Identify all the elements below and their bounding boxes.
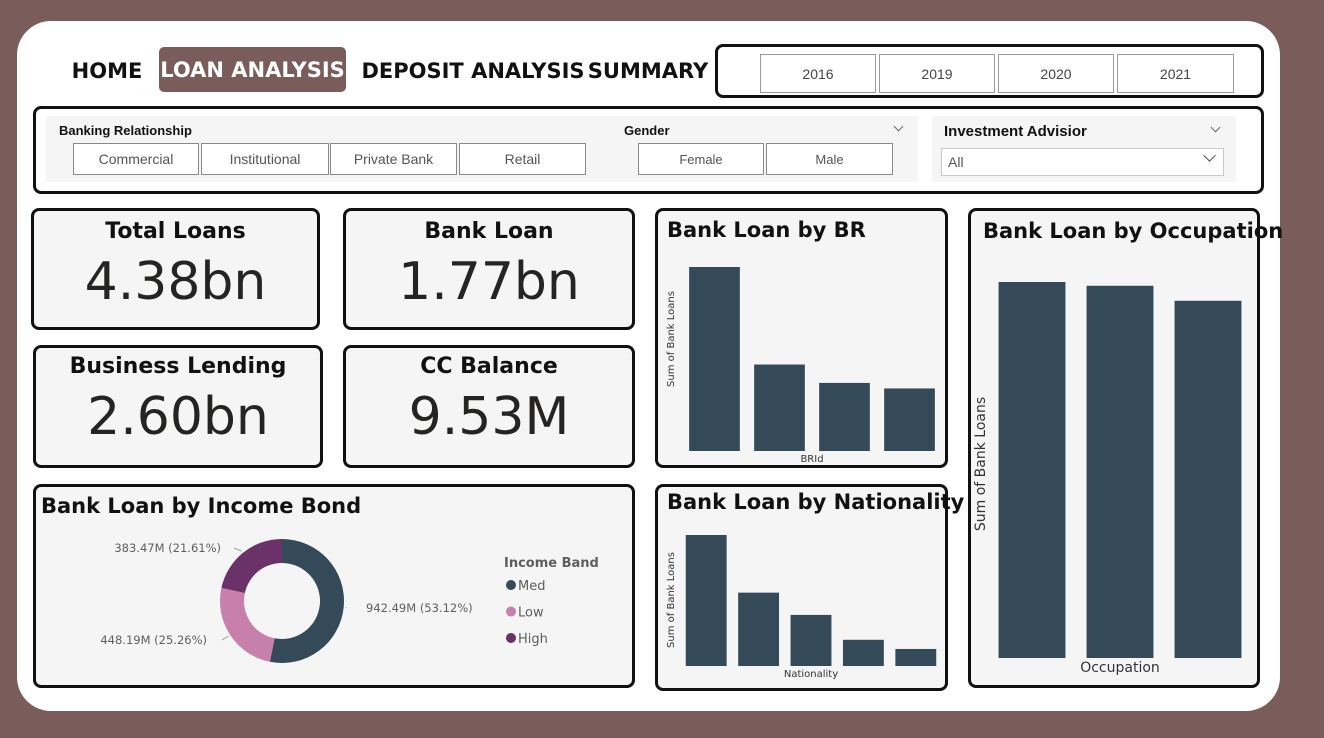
gender-label: Gender [624, 123, 670, 138]
bar-nationality-3[interactable] [842, 639, 884, 666]
nav-deposit-analysis[interactable]: DEPOSIT ANALYSIS [361, 51, 584, 91]
bar-br-3[interactable] [884, 388, 935, 451]
br-option-commercial[interactable]: Commercial [73, 143, 199, 175]
legend-label-med[interactable]: Med [518, 579, 545, 594]
donut-leader-line-low [221, 635, 229, 641]
kpi-cc-balance: CC Balance 9.53M [343, 345, 635, 468]
kpi-business-lending: Business Lending 2.60bn [33, 345, 323, 468]
kpi-bank-loan: Bank Loan 1.77bn [343, 208, 635, 330]
bar-occupation-0[interactable] [998, 282, 1066, 658]
kpi-bank-loan-label: Bank Loan [424, 219, 554, 244]
donut-leader-line-high [233, 547, 242, 552]
x-axis-label-br: BRId [800, 454, 823, 465]
x-axis-label-nationality: Nationality [784, 669, 838, 680]
bar-nationality-2[interactable] [790, 614, 832, 666]
gender-option-male[interactable]: Male [766, 143, 893, 175]
kpi-total-loans-label: Total Loans [105, 219, 246, 244]
nav-summary[interactable]: SUMMARY [588, 51, 708, 91]
x-axis-label-occupation: Occupation [1080, 660, 1160, 676]
bar-br-0[interactable] [689, 267, 740, 451]
year-button-2021[interactable]: 2021 [1117, 54, 1234, 93]
chart-br-plot: BRId Sum of Bank Loans [666, 267, 935, 465]
legend-label-high[interactable]: High [518, 632, 548, 647]
bar-nationality-0[interactable] [685, 535, 727, 666]
donut-data-label-med: 942.49M (53.12%) [366, 601, 473, 615]
y-axis-label-br: Sum of Bank Loans [666, 291, 677, 387]
gender-option-female[interactable]: Female [638, 143, 764, 175]
bar-occupation-2[interactable] [1174, 300, 1242, 658]
br-option-institutional[interactable]: Institutional [201, 143, 329, 175]
chart-income-plot: 942.49M (53.12%) 448.19M (25.26%) 383.47M … [100, 539, 599, 663]
nav-home[interactable]: HOME [66, 51, 148, 91]
banking-relationship-label: Banking Relationship [59, 123, 192, 138]
kpi-cc-balance-label: CC Balance [420, 354, 558, 379]
chart-bank-loan-by-nationality: Bank Loan by Nationality Nationality Sum … [655, 484, 964, 691]
donut-slice-high[interactable] [221, 539, 282, 593]
bar-occupation-1[interactable] [1086, 285, 1154, 658]
bar-br-2[interactable] [819, 382, 870, 451]
investment-advisor-selected: All [948, 154, 964, 170]
y-axis-label-occupation: Sum of Bank Loans [973, 397, 989, 531]
legend-title: Income Band [504, 556, 599, 571]
bar-nationality-4[interactable] [895, 648, 937, 666]
kpi-business-lending-value: 2.60bn [87, 387, 269, 447]
donut-data-label-high: 383.47M (21.61%) [114, 541, 221, 555]
chart-bank-loan-by-br: Bank Loan by BR BRId Sum of Bank Loans [655, 208, 948, 468]
kpi-total-loans-value: 4.38bn [84, 252, 267, 312]
chart-bank-loan-by-occupation: Bank Loan by Occupation Occupation Sum of… [968, 208, 1283, 688]
investment-advisor-dropdown[interactable]: All [941, 148, 1224, 176]
donut-slice-low[interactable] [220, 587, 275, 662]
nav-loan-analysis[interactable]: LOAN ANALYSIS [159, 47, 346, 92]
legend-marker-low[interactable] [506, 606, 516, 617]
kpi-business-lending-label: Business Lending [69, 354, 287, 379]
investment-advisor-label: Investment Advisior [944, 123, 1087, 140]
bar-br-1[interactable] [754, 364, 805, 451]
legend-marker-med[interactable] [506, 580, 516, 590]
bar-nationality-1[interactable] [738, 592, 780, 666]
legend-label-low[interactable]: Low [518, 606, 544, 621]
kpi-bank-loan-value: 1.77bn [398, 252, 580, 312]
chart-occupation-plot: Occupation Sum of Bank Loans [973, 282, 1242, 676]
kpi-cc-balance-value: 9.53M [408, 387, 570, 447]
legend-marker-high[interactable] [506, 633, 516, 643]
year-button-2020[interactable]: 2020 [998, 54, 1114, 93]
br-option-private-bank[interactable]: Private Bank [330, 143, 457, 175]
chart-bank-loan-by-income: Bank Loan by Income Bond 942.49M (53.12%… [33, 484, 635, 688]
year-button-2016[interactable]: 2016 [760, 54, 876, 93]
donut-data-label-low: 448.19M (25.26%) [100, 633, 207, 647]
year-button-2019[interactable]: 2019 [879, 54, 995, 93]
y-axis-label-nationality: Sum of Bank Loans [666, 552, 677, 648]
chart-nationality-plot: Nationality Sum of Bank Loans [666, 535, 937, 680]
kpi-total-loans: Total Loans 4.38bn [31, 208, 320, 330]
br-option-retail[interactable]: Retail [459, 143, 586, 175]
